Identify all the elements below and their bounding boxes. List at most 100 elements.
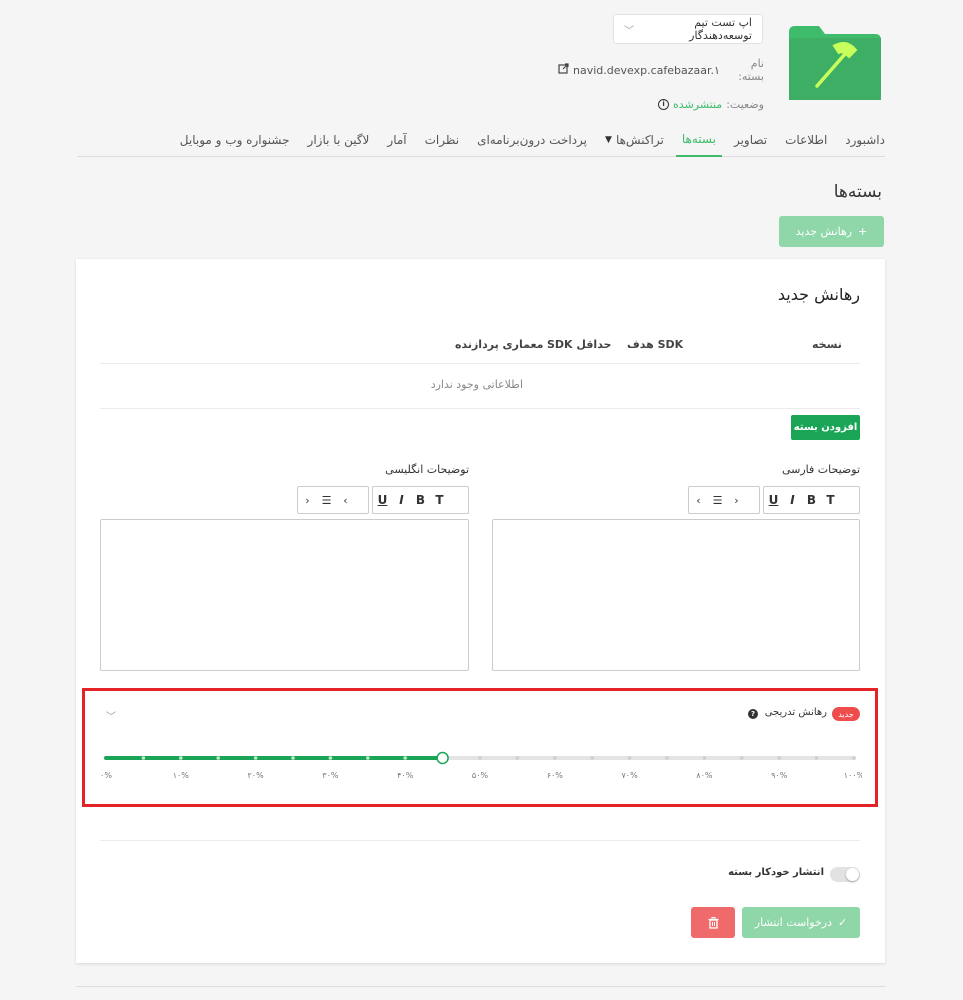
tab-festival[interactable]: جشنواره وب و موبایل (174, 124, 296, 157)
table-divider (100, 408, 860, 409)
persian-description-label: توضیحات فارسی (781, 463, 860, 476)
tab-stats[interactable]: آمار (381, 124, 412, 157)
slider-tick-label: ۷۰% (621, 771, 638, 780)
slider-step-dot (328, 756, 333, 760)
slider-step-dot (777, 756, 781, 760)
slider-step-dot (403, 756, 408, 760)
caret-down-icon: ▼ (605, 135, 612, 145)
rtl-direction-icon[interactable]: ‹ (689, 487, 708, 513)
slider-tick-label: ۸۰% (696, 771, 713, 780)
slider-step-dot (179, 756, 183, 760)
italic-button[interactable]: I (392, 487, 411, 513)
text-format-button[interactable]: T (430, 487, 449, 513)
slider-step-dot (366, 756, 370, 760)
add-package-button[interactable]: افزودن بسته (791, 415, 860, 440)
tab-dashboard[interactable]: داشبورد (839, 124, 885, 157)
th-architecture: معماری پردازنده (455, 338, 544, 351)
package-value: navid.devexp.cafebazaar.۱ (573, 63, 720, 77)
slider-tick-label: ۰% (100, 771, 112, 780)
tab-packages[interactable]: بسته‌ها (675, 124, 722, 157)
th-version: نسخه (812, 338, 842, 351)
slider-step-dot (216, 756, 220, 760)
slider-step-dot (814, 756, 819, 760)
app-select-value: اپ تست تیم توسعه‌دهندگار (689, 16, 752, 42)
help-icon[interactable]: ? (748, 709, 758, 719)
publish-label: درخواست انتشار (754, 916, 832, 929)
new-release-button[interactable]: + رهانش جدید (779, 216, 884, 247)
external-link-icon[interactable] (558, 63, 569, 77)
info-icon[interactable]: i (658, 98, 670, 110)
nav-tabs: داشبورد اطلاعات تصاویر بسته‌ها تراکنش‌ها… (77, 124, 885, 157)
table-divider (100, 363, 860, 364)
delete-button[interactable] (691, 907, 735, 938)
tab-images[interactable]: تصاویر (728, 124, 773, 157)
slider-step-dot (852, 756, 856, 760)
slider-handle[interactable] (436, 751, 449, 765)
th-target-sdk: SDK هدف (627, 338, 684, 351)
section-divider (100, 840, 860, 841)
underline-button[interactable]: U (764, 487, 783, 513)
slider-tick-label: ۳۰% (322, 771, 339, 780)
text-format-button[interactable]: T (821, 487, 840, 513)
app-select[interactable]: اپ تست تیم توسعه‌دهندگار ﹀ (613, 14, 763, 44)
ltr-direction-icon[interactable]: › (298, 487, 317, 513)
slider-tick-label: ۹۰% (771, 771, 788, 780)
slider-step-dot (627, 756, 632, 760)
slider-step-dot (141, 756, 146, 760)
slider-step-dot (291, 756, 295, 760)
tab-reviews[interactable]: نظرات (419, 124, 465, 157)
auto-publish-label: انتشار خودکار بسته (728, 867, 824, 878)
bold-button[interactable]: B (802, 487, 821, 513)
chevron-down-icon: ﹀ (624, 25, 634, 37)
slider-step-dot (702, 756, 707, 760)
card-title: رهانش جدید (777, 285, 860, 304)
check-icon: ✓ (837, 916, 848, 929)
persian-description-editor[interactable] (492, 519, 860, 671)
slider-step-dot (740, 756, 744, 760)
new-release-label: رهانش جدید (795, 225, 853, 238)
empty-message: اطلاعاتی وجود ندارد (430, 378, 523, 391)
english-format-toolbar: U I B T (372, 486, 469, 514)
tab-info[interactable]: اطلاعات (779, 124, 833, 157)
tab-transactions-label: تراکنش‌ها (615, 133, 664, 147)
bold-button[interactable]: B (411, 487, 430, 513)
slider-tick-label: ۱۰% (173, 771, 190, 780)
new-badge: جدید (832, 707, 860, 721)
slider-step-dot (478, 756, 482, 760)
slider-tick-label: ۱۰۰% (844, 771, 862, 780)
package-label: نام بسته: (738, 57, 764, 83)
tab-in-app-payment[interactable]: پرداخت درون‌برنامه‌ای (471, 124, 593, 157)
bottom-divider (76, 986, 885, 987)
rollout-slider[interactable]: ۰% ۱۰% ۲۰% ۳۰% ۴۰% ۵۰% ۶۰% ۷۰% ۸۰% ۹۰% ۱۰۰% (100, 748, 862, 788)
plus-icon: + (858, 225, 868, 238)
slider-tick-label: ۶۰% (547, 771, 564, 780)
package-name-row: نام بسته: navid.devexp.cafebazaar.۱ (558, 57, 764, 83)
slider-tick-label: ۵۰% (472, 771, 489, 780)
slider-step-dot (590, 756, 594, 760)
app-icon (789, 26, 881, 100)
status-row: وضعیت: منتشرشده i (648, 94, 764, 114)
tab-bazaar-login[interactable]: لاگین با بازار (302, 124, 376, 157)
list-icon[interactable]: ☰ (317, 487, 336, 513)
persian-list-toolbar: ‹ ☰ › (688, 486, 760, 514)
trash-icon (708, 916, 718, 929)
page-title: بسته‌ها (833, 182, 882, 202)
request-publish-button[interactable]: ✓ درخواست انتشار (742, 907, 860, 938)
rtl-direction-icon[interactable]: ‹ (336, 487, 355, 513)
italic-button[interactable]: I (783, 487, 802, 513)
english-description-editor[interactable] (100, 519, 469, 671)
english-list-toolbar: › ☰ ‹ (297, 486, 369, 514)
slider-step-dot (253, 756, 258, 760)
tab-transactions[interactable]: تراکنش‌ها ▼ (599, 124, 670, 157)
slider-tick-label: ۴۰% (397, 771, 414, 780)
english-description-label: توضیحات انگلیسی (385, 463, 469, 476)
list-icon[interactable]: ☰ (708, 487, 727, 513)
slider-step-dot (553, 756, 557, 760)
slider-tick-label: ۲۰% (247, 771, 264, 780)
slider-step-dot (515, 756, 520, 760)
underline-button[interactable]: U (373, 487, 392, 513)
ltr-direction-icon[interactable]: › (727, 487, 746, 513)
slider-step-dot (665, 756, 669, 760)
chevron-down-icon[interactable]: ﹀ (106, 708, 116, 723)
status-label: وضعیت: (726, 97, 764, 111)
